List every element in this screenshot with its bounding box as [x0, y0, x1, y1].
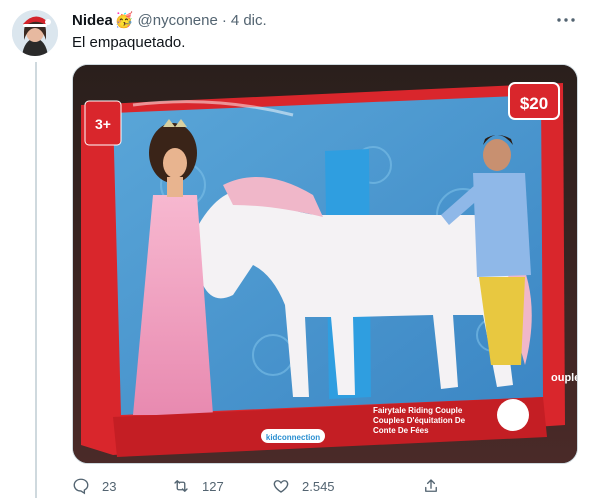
tweet-header: Nidea 🥳 @nyconene · 4 dic. — [72, 10, 578, 30]
retweet-button[interactable]: 127 — [172, 477, 272, 495]
tweet-date[interactable]: 4 dic. — [231, 12, 267, 29]
like-button[interactable]: 2.545 — [272, 477, 422, 495]
product-line: Fairytale Riding Couple — [373, 406, 463, 415]
thread-line — [35, 62, 37, 498]
age-badge: 3+ — [95, 116, 111, 132]
author-handle[interactable]: @nyconene — [138, 12, 218, 29]
retweet-count: 127 — [202, 478, 224, 494]
author-name[interactable]: Nidea — [72, 12, 113, 29]
party-emoji: 🥳 — [114, 12, 134, 29]
reply-icon — [73, 478, 89, 495]
product-line-fr: Couples D'équitation De — [373, 416, 466, 425]
share-icon — [425, 479, 437, 492]
tweet-actions: 23 127 2.545 — [72, 476, 502, 496]
price-tag: $20 — [520, 94, 548, 113]
side-box-text: ouple — [551, 372, 578, 384]
product-line-fr2: Conte De Fées — [373, 426, 429, 435]
tweet-photo[interactable]: $20 3+ kidconnection Fairytale Riding Co… — [72, 64, 578, 464]
share-button[interactable] — [422, 477, 452, 495]
tweet-text: El empaquetado. — [72, 34, 186, 51]
avatar-image — [12, 10, 58, 56]
separator-dot: · — [221, 11, 227, 29]
avatar[interactable] — [12, 10, 58, 56]
heart-icon — [273, 480, 289, 493]
more-options-icon[interactable] — [554, 10, 578, 30]
like-count: 2.545 — [302, 478, 335, 494]
reply-count: 23 — [102, 478, 117, 494]
toy-box-image: $20 3+ kidconnection Fairytale Riding Co… — [73, 65, 578, 463]
retweet-icon — [174, 480, 188, 492]
brand-logo: kidconnection — [266, 433, 320, 442]
reply-button[interactable]: 23 — [72, 477, 172, 495]
